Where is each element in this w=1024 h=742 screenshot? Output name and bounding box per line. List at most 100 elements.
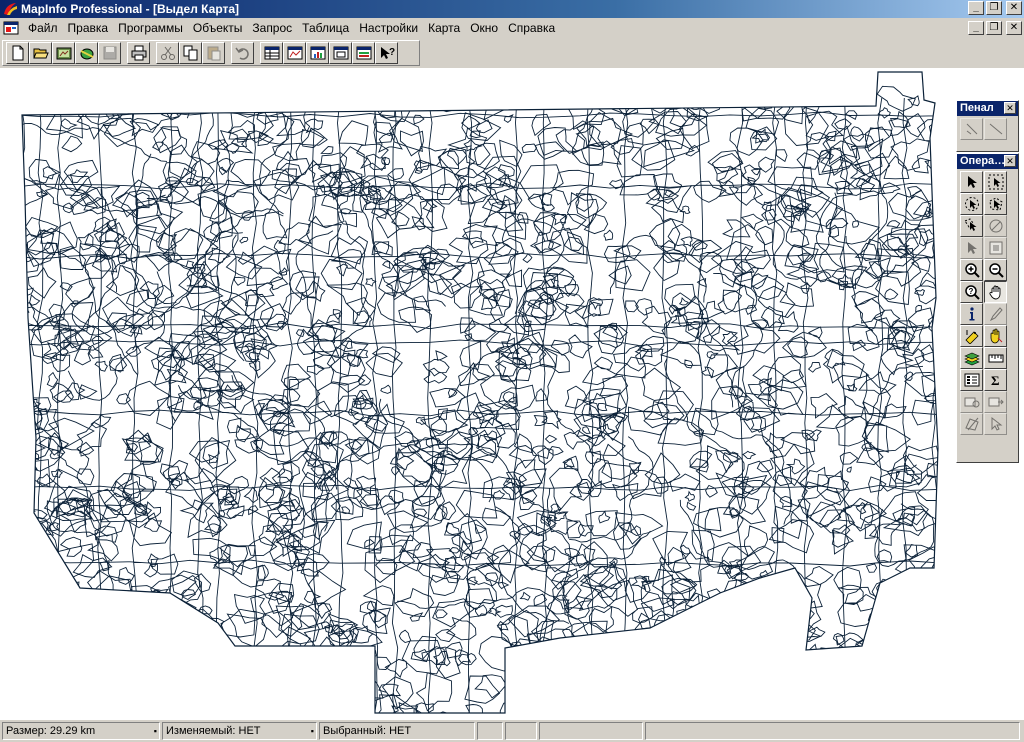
main-palette-title-text: Опера…: [960, 155, 1006, 167]
unselect-icon: [989, 219, 1002, 233]
open-dbms-button[interactable]: [75, 42, 98, 64]
grabber-button[interactable]: [984, 281, 1007, 303]
menu-settings[interactable]: Настройки: [354, 18, 423, 38]
menu-bar: Файл Правка Программы Объекты Запрос Таб…: [0, 18, 1024, 38]
legend-icon: [964, 373, 979, 387]
zoom-in-button[interactable]: [960, 259, 983, 281]
standard-toolbar: ?: [2, 40, 420, 66]
unselect-all-button[interactable]: [984, 215, 1007, 237]
status-scale-text: Размер: 29.29 km: [6, 725, 96, 737]
layer-control-icon: [989, 241, 1002, 255]
close-button[interactable]: ✕: [1006, 1, 1022, 15]
document-window-icon[interactable]: [3, 20, 19, 36]
status-scale[interactable]: Размер: 29.29 km ▪: [2, 722, 160, 740]
line-icon: [989, 123, 1002, 135]
new-grapher-button[interactable]: [306, 42, 329, 64]
info-tool-button[interactable]: [960, 303, 983, 325]
legend-button[interactable]: [960, 369, 983, 391]
menu-objects[interactable]: Объекты: [188, 18, 248, 38]
restore-button[interactable]: ❐: [986, 1, 1002, 15]
copy-button[interactable]: [179, 42, 202, 64]
minimize-button[interactable]: _: [968, 1, 984, 15]
menu-file[interactable]: Файл: [23, 18, 63, 38]
radius-select-icon: [964, 197, 979, 211]
menu-query[interactable]: Запрос: [247, 18, 297, 38]
status-editable[interactable]: Изменяемый: НЕТ ▪: [162, 722, 317, 740]
select-icon: [967, 176, 977, 188]
save-button[interactable]: [98, 42, 121, 64]
new-layout-button[interactable]: [329, 42, 352, 64]
open-table-button[interactable]: [29, 42, 52, 64]
symbol-tool-button[interactable]: [960, 118, 983, 140]
show-centroid-icon: [964, 417, 979, 431]
new-grapher-icon: [310, 46, 325, 60]
polygon-select-icon: [988, 197, 1003, 211]
map-window[interactable]: [0, 68, 1024, 720]
main-palette[interactable]: Опера… ✕ ? Σ: [956, 153, 1019, 463]
mapinfo-app-icon[interactable]: [2, 1, 18, 17]
menu-programs[interactable]: Программы: [113, 18, 188, 38]
status-empty-field-3: [539, 722, 643, 740]
zoom-in-icon: [964, 263, 980, 278]
menu-map[interactable]: Карта: [423, 18, 465, 38]
map-boundary: [21, 71, 939, 714]
drawing-palette-close-button[interactable]: ✕: [1004, 102, 1016, 114]
polygon-select-button[interactable]: [984, 193, 1007, 215]
ruler-tool-button[interactable]: [984, 347, 1007, 369]
redistrict-button[interactable]: [352, 42, 375, 64]
boundary-select-button[interactable]: [960, 215, 983, 237]
zoom-out-button[interactable]: [984, 259, 1007, 281]
layer-control-stack-button[interactable]: [960, 347, 983, 369]
marquee-select-button[interactable]: [984, 171, 1007, 193]
new-layout-icon: [333, 46, 348, 60]
undo-button[interactable]: [231, 42, 254, 64]
drag-map-window-button[interactable]: [984, 325, 1007, 347]
print-button[interactable]: [127, 42, 150, 64]
new-mapper-button[interactable]: [283, 42, 306, 64]
set-target-button[interactable]: [960, 391, 983, 413]
select-tool-button[interactable]: [960, 171, 983, 193]
radius-select-button[interactable]: [960, 193, 983, 215]
undo-icon: [234, 47, 249, 60]
main-palette-title[interactable]: Опера… ✕: [957, 154, 1018, 169]
menu-edit[interactable]: Правка: [63, 18, 114, 38]
map-canvas[interactable]: [0, 68, 1024, 720]
svg-text:Σ: Σ: [991, 373, 1000, 388]
graph-select-button[interactable]: [960, 237, 983, 259]
zoom-out-icon: [988, 263, 1004, 278]
new-browser-button[interactable]: [260, 42, 283, 64]
map-contours: [22, 72, 935, 713]
doc-restore-button[interactable]: ❐: [986, 21, 1002, 35]
doc-minimize-button[interactable]: _: [968, 21, 984, 35]
marquee-select-icon: [988, 174, 1003, 190]
doc-close-button[interactable]: ✕: [1006, 21, 1022, 35]
assign-target-button[interactable]: [984, 391, 1007, 413]
layer-control-button[interactable]: [984, 237, 1007, 259]
paste-button[interactable]: [202, 42, 225, 64]
cut-button[interactable]: [156, 42, 179, 64]
redistrict-icon: [356, 46, 371, 60]
hotlink-button[interactable]: [984, 303, 1007, 325]
line-tool-button[interactable]: [984, 118, 1007, 140]
menu-table[interactable]: Таблица: [297, 18, 354, 38]
help-pointer-button[interactable]: ?: [375, 42, 398, 64]
drawing-palette[interactable]: Пенал ✕: [956, 100, 1019, 152]
layer-control-stack-icon: [963, 352, 980, 366]
menu-window[interactable]: Окно: [465, 18, 503, 38]
statistics-button[interactable]: Σ: [984, 369, 1007, 391]
menu-help[interactable]: Справка: [503, 18, 560, 38]
drawing-palette-title[interactable]: Пенал ✕: [957, 101, 1018, 116]
show-centroid-button[interactable]: [960, 413, 983, 435]
statistics-icon: Σ: [991, 373, 1000, 388]
clip-region-button[interactable]: [984, 413, 1007, 435]
label-tool-button[interactable]: [960, 325, 983, 347]
svg-text:?: ?: [389, 47, 395, 58]
open-workspace-button[interactable]: [52, 42, 75, 64]
status-editable-text: Изменяемый: НЕТ: [166, 725, 261, 737]
status-selected[interactable]: Выбранный: НЕТ: [319, 722, 475, 740]
drawing-palette-title-text: Пенал: [960, 102, 994, 114]
change-view-button[interactable]: ?: [960, 281, 983, 303]
label-icon: [964, 330, 979, 344]
new-table-button[interactable]: [6, 42, 29, 64]
main-palette-close-button[interactable]: ✕: [1004, 155, 1016, 167]
